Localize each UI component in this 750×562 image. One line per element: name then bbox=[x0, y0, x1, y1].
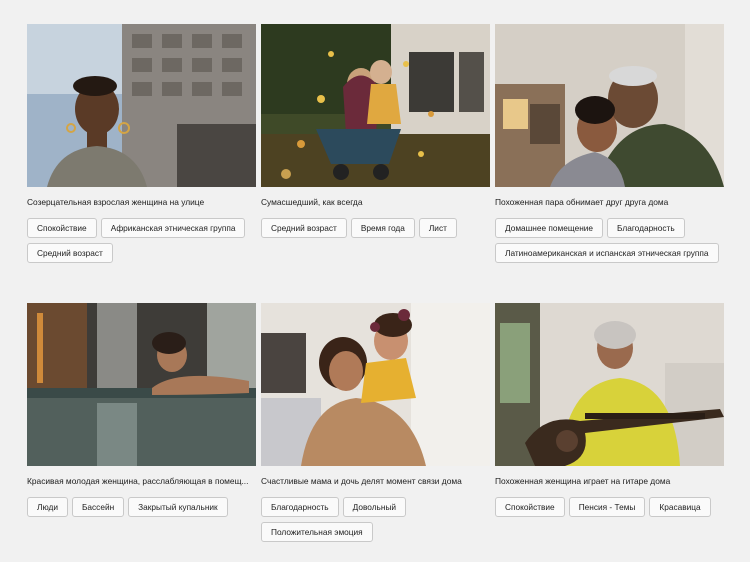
photo-couple-embracing[interactable] bbox=[495, 24, 724, 187]
image-card-1: Созерцательная взрослая женщина на улице… bbox=[27, 24, 256, 263]
image-card-3: Похоженная пара обнимает друг друга дома… bbox=[495, 24, 724, 263]
tag-chip[interactable]: Средний возраст bbox=[261, 218, 347, 238]
tag-chip[interactable]: Благодарность bbox=[261, 497, 339, 517]
tag-chip[interactable]: Спокойствие bbox=[27, 218, 97, 238]
image-card-4: Красивая молодая женщина, расслабляющая … bbox=[27, 303, 256, 517]
tag-chip[interactable]: Лист bbox=[418, 218, 457, 238]
tag-list: Спокойствие Пенсия - Темы Красавица bbox=[495, 497, 735, 517]
image-caption: Сумасшедший, как всегда bbox=[261, 197, 363, 207]
image-card-6: Похоженная женщина играет на гитаре дома… bbox=[495, 303, 724, 517]
tag-chip[interactable]: Бассейн bbox=[71, 497, 125, 517]
tag-chip[interactable]: Домашнее помещение bbox=[495, 218, 604, 238]
tag-chip[interactable]: Африканская этническая группа bbox=[100, 218, 246, 238]
tag-chip[interactable]: Довольный bbox=[342, 497, 407, 517]
image-caption: Созерцательная взрослая женщина на улице bbox=[27, 197, 205, 207]
photo-mother-daughter-hug[interactable] bbox=[261, 303, 490, 466]
photo-woman-indoor-pool[interactable] bbox=[27, 303, 256, 466]
tag-list: Спокойствие Африканская этническая групп… bbox=[27, 218, 267, 263]
tag-list: Домашнее помещение Благодарность Латиноа… bbox=[495, 218, 735, 263]
tag-chip[interactable]: Латиноамериканская и испанская этническа… bbox=[495, 243, 719, 263]
tag-chip[interactable]: Люди bbox=[27, 497, 68, 517]
tag-list: Благодарность Довольный Положительная эм… bbox=[261, 497, 501, 542]
tag-chip[interactable]: Положительная эмоция bbox=[261, 522, 373, 542]
photo-family-autumn-leaves[interactable] bbox=[261, 24, 490, 187]
tag-chip[interactable]: Пенсия - Темы bbox=[568, 497, 646, 517]
tag-list: Люди Бассейн Закрытый купальник bbox=[27, 497, 267, 517]
tag-chip[interactable]: Закрытый купальник bbox=[128, 497, 228, 517]
image-caption: Счастливые мама и дочь делят момент связ… bbox=[261, 476, 462, 486]
image-caption: Похоженная пара обнимает друг друга дома bbox=[495, 197, 669, 207]
photo-senior-woman-guitar[interactable] bbox=[495, 303, 724, 466]
tag-chip[interactable]: Спокойствие bbox=[495, 497, 565, 517]
tag-chip[interactable]: Средний возраст bbox=[27, 243, 113, 263]
image-card-5: Счастливые мама и дочь делят момент связ… bbox=[261, 303, 490, 542]
image-caption: Красивая молодая женщина, расслабляющая … bbox=[27, 476, 249, 486]
tag-chip[interactable]: Красавица bbox=[649, 497, 711, 517]
image-card-2: Сумасшедший, как всегда Средний возраст … bbox=[261, 24, 490, 238]
tag-chip[interactable]: Время года bbox=[350, 218, 415, 238]
tag-chip[interactable]: Благодарность bbox=[607, 218, 685, 238]
image-caption: Похоженная женщина играет на гитаре дома bbox=[495, 476, 671, 486]
photo-woman-outdoors[interactable] bbox=[27, 24, 256, 187]
tag-list: Средний возраст Время года Лист bbox=[261, 218, 501, 238]
